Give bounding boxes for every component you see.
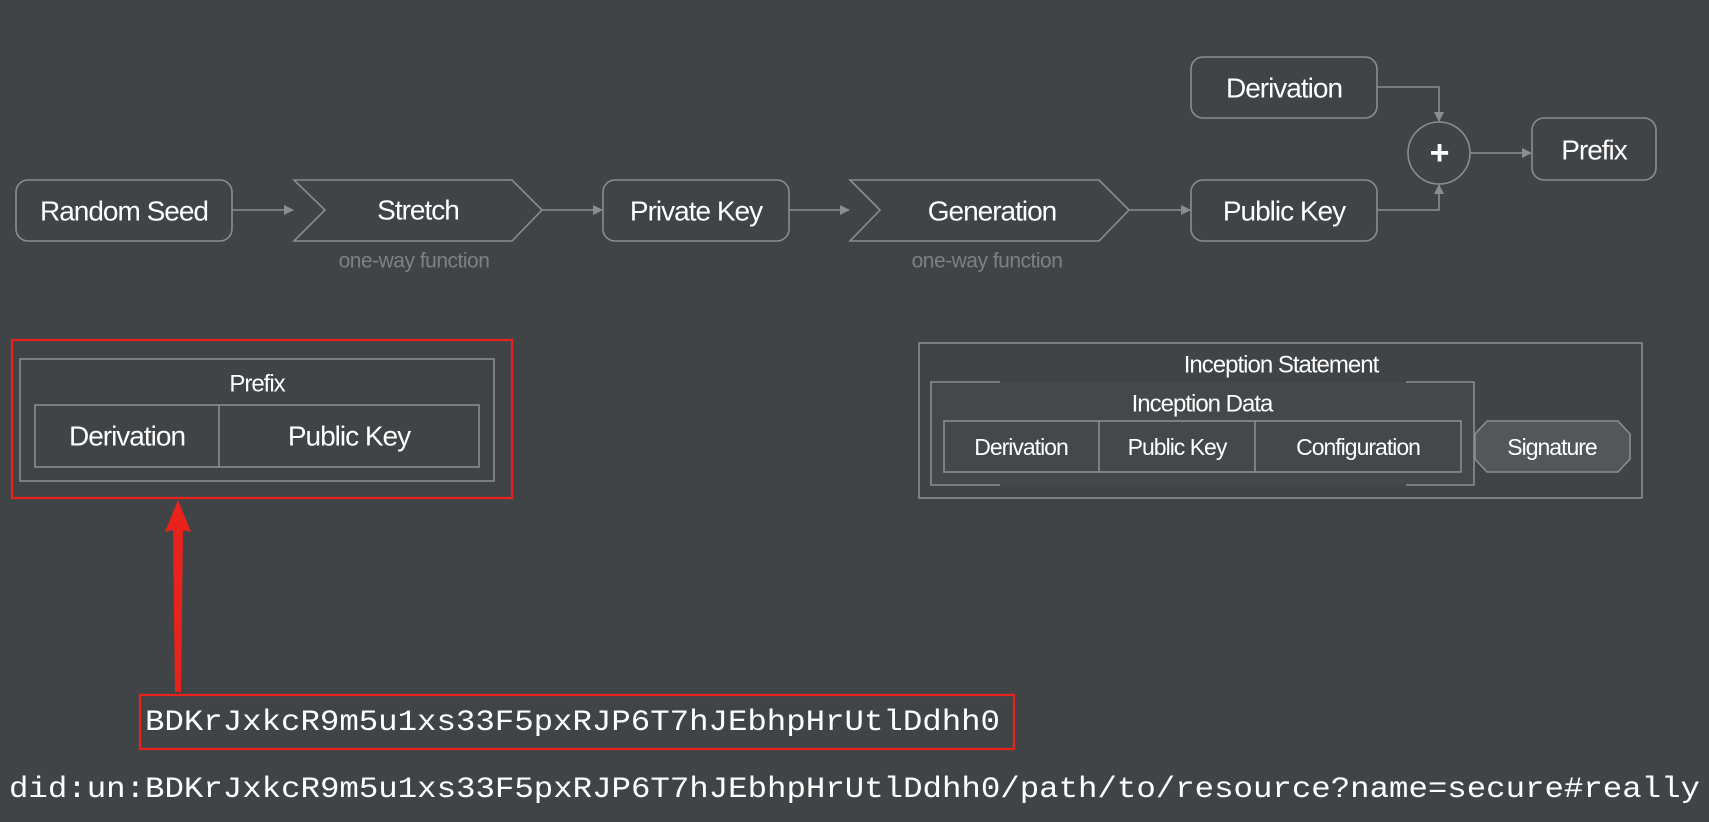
- prefix-highlight: [10, 338, 514, 500]
- prefix-block-title: Prefix: [229, 371, 285, 398]
- stretch-label: Stretch: [377, 195, 459, 226]
- private-key-node: Private Key: [602, 179, 790, 242]
- prefix-cell-public-key: Public Key: [288, 421, 411, 452]
- inception-cell-derivation: Derivation: [974, 434, 1068, 460]
- plus-icon: +: [1430, 134, 1449, 172]
- generation-label: Generation: [928, 196, 1057, 227]
- red-arrow: [165, 500, 191, 692]
- inception-cell-configuration: Configuration: [1296, 434, 1420, 460]
- inception-statement-title: Inception Statement: [1184, 352, 1380, 379]
- prefix-block: Prefix Derivation Public Key: [19, 358, 495, 482]
- arrow: [1377, 184, 1444, 211]
- prefix-label: Prefix: [1561, 135, 1628, 166]
- derivation-node: Derivation: [1190, 56, 1378, 119]
- private-key-label: Private Key: [630, 196, 763, 227]
- inception-statement: Inception Statement Inception Data Deriv…: [918, 342, 1643, 499]
- signature-label: Signature: [1507, 434, 1597, 460]
- inception-cell-public-key: Public Key: [1128, 434, 1228, 460]
- public-key-label: Public Key: [1223, 196, 1346, 227]
- generation-node: Generation one-way function: [848, 179, 1131, 273]
- prefix-node: Prefix: [1531, 117, 1657, 181]
- generation-subtitle: one-way function: [912, 250, 1063, 273]
- diagram: Random Seed Stretch one-way function Pri…: [9, 56, 1700, 807]
- arrow: [1377, 86, 1444, 122]
- public-key-node: Public Key: [1190, 179, 1378, 242]
- random-seed-label: Random Seed: [40, 196, 208, 227]
- plus-node: +: [1407, 121, 1471, 185]
- prefix-cell-derivation: Derivation: [69, 421, 185, 452]
- derivation-label: Derivation: [1226, 73, 1342, 104]
- identifier-text: BDKrJxkcR9m5u1xs33F5pxRJP6T7hJEbhpHrUtlD…: [145, 706, 1000, 740]
- random-seed-node: Random Seed: [15, 179, 233, 242]
- stretch-node: Stretch one-way function: [292, 179, 544, 273]
- stretch-subtitle: one-way function: [339, 250, 490, 273]
- did-text: did:un:BDKrJxkcR9m5u1xs33F5pxRJP6T7hJEbh…: [9, 773, 1700, 807]
- inception-data-title: Inception Data: [1132, 391, 1274, 418]
